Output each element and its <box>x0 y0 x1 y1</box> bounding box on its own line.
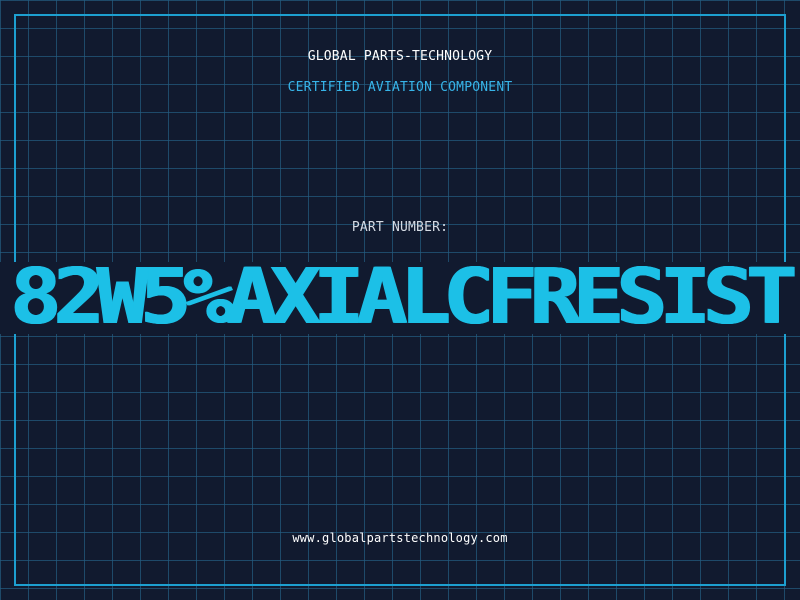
certification-subtitle: CERTIFIED AVIATION COMPONENT <box>287 80 513 95</box>
part-number-label: PART NUMBER: <box>351 220 449 235</box>
certificate-card: GLOBAL PARTS-TECHNOLOGY CERTIFIED AVIATI… <box>0 0 800 600</box>
brand-title: GLOBAL PARTS-TECHNOLOGY <box>307 49 493 64</box>
website-url: www.globalpartstechnology.com <box>292 531 508 545</box>
part-number-band: 82W5%AXIALCFRESIST <box>0 262 800 334</box>
part-number-value: 82W5%AXIALCFRESIST <box>10 262 797 334</box>
